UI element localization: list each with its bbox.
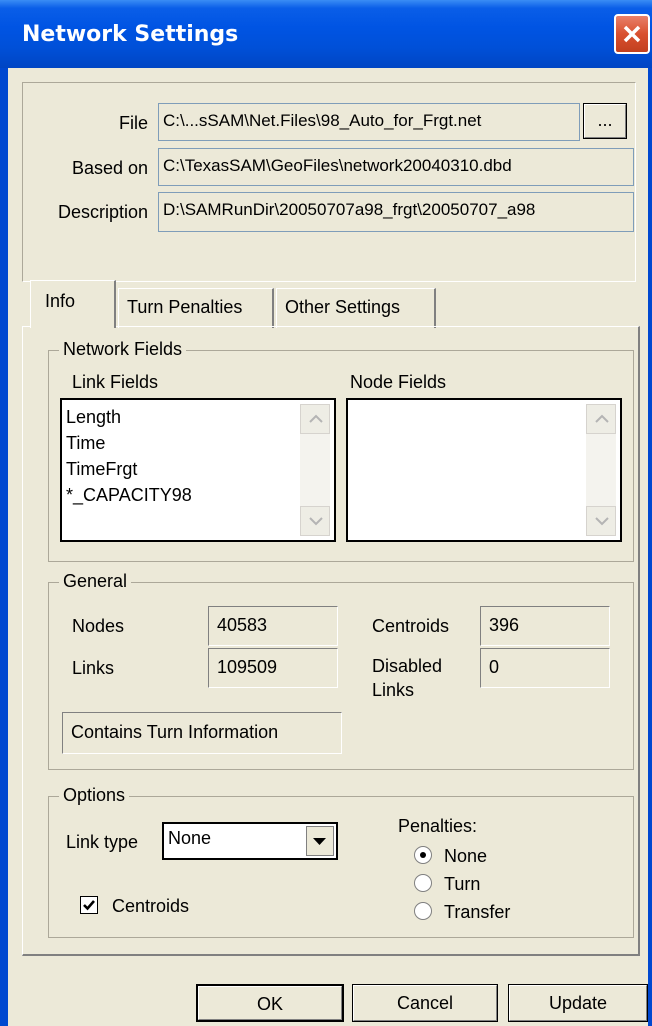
- link-fields-list[interactable]: Length Time TimeFrgt *_CAPACITY98: [60, 398, 336, 542]
- penalty-transfer-radio[interactable]: [414, 902, 432, 920]
- list-item[interactable]: Time: [66, 430, 192, 456]
- penalty-turn-radio[interactable]: [414, 874, 432, 892]
- ok-button-label: OK: [256, 994, 283, 1014]
- node-fields-label: Node Fields: [350, 372, 447, 392]
- node-fields-scrollbar[interactable]: [586, 404, 616, 536]
- cancel-button[interactable]: Cancel: [352, 984, 498, 1022]
- penalties-label: Penalties:: [398, 816, 478, 836]
- network-settings-dialog: Network Settings File C:\...sSAM\Net.Fil…: [0, 0, 652, 1026]
- based-on-field[interactable]: C:\TexasSAM\GeoFiles\network20040310.dbd: [158, 148, 634, 186]
- disabled-links-label-line2: Links: [372, 680, 415, 700]
- disabled-links-value: 0: [480, 648, 610, 688]
- penalty-none-label: None: [444, 846, 488, 866]
- general-legend: General: [59, 571, 132, 592]
- centroids-value: 396: [480, 606, 610, 646]
- chevron-down-icon: [595, 517, 609, 526]
- based-on-label: Based on: [71, 158, 148, 178]
- file-field[interactable]: C:\...sSAM\Net.Files\98_Auto_for_Frgt.ne…: [158, 103, 580, 141]
- chevron-down-icon: [309, 517, 323, 526]
- tab-other-settings[interactable]: Other Settings: [276, 288, 436, 328]
- chevron-down-icon: [313, 838, 326, 845]
- nodes-label: Nodes: [72, 616, 125, 636]
- chevron-up-icon: [309, 414, 323, 423]
- scroll-up-button[interactable]: [300, 404, 330, 434]
- penalty-none-radio[interactable]: [414, 846, 432, 864]
- turn-info-status: Contains Turn Information: [62, 712, 342, 754]
- file-label: File: [118, 113, 148, 133]
- links-value: 109509: [208, 648, 338, 688]
- scroll-up-button[interactable]: [586, 404, 616, 434]
- cancel-button-label: Cancel: [396, 993, 454, 1013]
- title-bar[interactable]: Network Settings: [0, 0, 652, 68]
- list-item[interactable]: Length: [66, 404, 192, 430]
- close-icon: [623, 25, 641, 43]
- tab-info[interactable]: Info: [30, 280, 116, 328]
- link-type-value: None: [168, 828, 212, 848]
- browse-button[interactable]: ...: [583, 103, 627, 139]
- close-button[interactable]: [614, 14, 650, 54]
- tab-turn-penalties[interactable]: Turn Penalties: [118, 288, 274, 328]
- link-type-select[interactable]: None: [162, 822, 338, 860]
- centroids-checkbox[interactable]: [80, 896, 98, 914]
- update-button[interactable]: Update: [508, 984, 648, 1022]
- network-fields-legend: Network Fields: [59, 339, 187, 360]
- window-frame-left: [0, 68, 8, 1026]
- node-fields-list[interactable]: [346, 398, 622, 542]
- chevron-up-icon: [595, 414, 609, 423]
- tab-other-settings-label: Other Settings: [285, 297, 401, 317]
- link-type-label: Link type: [66, 832, 139, 852]
- tab-turn-penalties-label: Turn Penalties: [127, 297, 243, 317]
- window-title: Network Settings: [22, 22, 239, 47]
- centroids-label: Centroids: [372, 616, 450, 636]
- dropdown-button[interactable]: [306, 826, 334, 856]
- window-frame-right: [648, 68, 652, 1026]
- link-fields-scrollbar[interactable]: [300, 404, 330, 536]
- nodes-value: 40583: [208, 606, 338, 646]
- browse-button-label: ...: [597, 110, 613, 130]
- update-button-label: Update: [548, 993, 608, 1013]
- description-field[interactable]: D:\SAMRunDir\20050707a98_frgt\20050707_a…: [158, 192, 634, 232]
- description-label: Description: [57, 202, 148, 222]
- scroll-down-button[interactable]: [300, 506, 330, 536]
- disabled-links-label: Disabled: [372, 656, 443, 676]
- options-legend: Options: [59, 785, 130, 806]
- scroll-down-button[interactable]: [586, 506, 616, 536]
- penalty-turn-label: Turn: [444, 874, 481, 894]
- tab-info-label: Info: [45, 291, 76, 311]
- centroids-checkbox-label: Centroids: [112, 896, 190, 916]
- list-item[interactable]: TimeFrgt: [66, 456, 192, 482]
- list-item[interactable]: *_CAPACITY98: [66, 482, 192, 508]
- ok-button[interactable]: OK: [196, 984, 344, 1022]
- link-fields-label: Link Fields: [72, 372, 159, 392]
- penalty-transfer-label: Transfer: [444, 902, 511, 922]
- checkmark-icon: [83, 900, 95, 911]
- links-label: Links: [72, 658, 115, 678]
